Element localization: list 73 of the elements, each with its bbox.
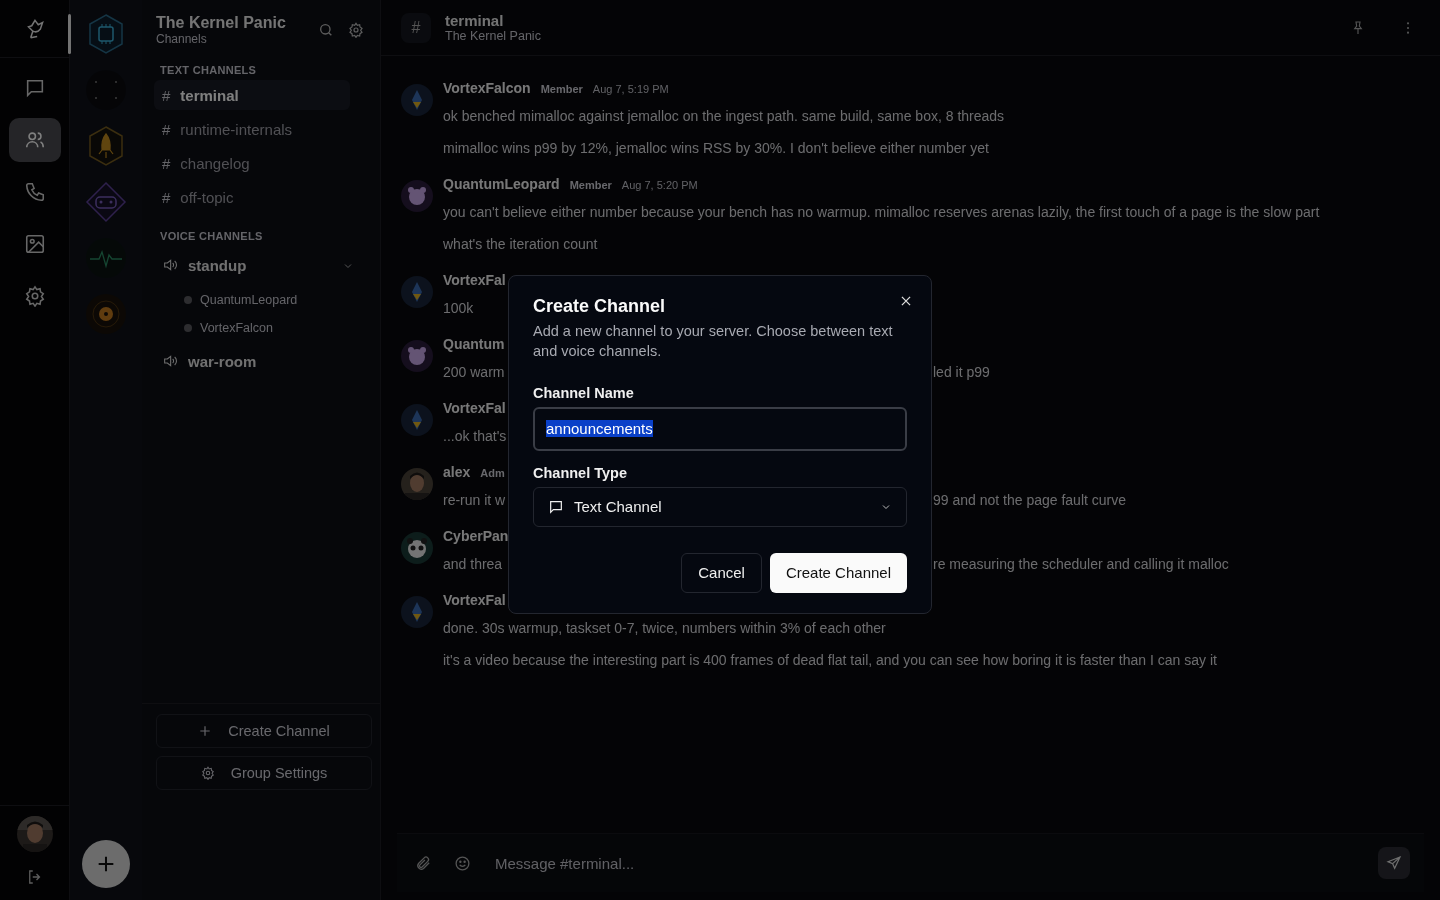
speaker-icon bbox=[162, 257, 178, 273]
channel-icon: # bbox=[401, 12, 431, 43]
channel-type-select[interactable]: Text Channel bbox=[533, 486, 907, 527]
settings-icon[interactable] bbox=[348, 22, 364, 38]
users-nav-button[interactable] bbox=[8, 118, 61, 162]
author-name: QuantumLeopard bbox=[443, 176, 560, 192]
image-icon bbox=[23, 233, 46, 255]
section-heading: TEXT CHANNELS bbox=[159, 63, 258, 78]
author-name: VortexFal bbox=[443, 592, 506, 608]
settings-icon bbox=[23, 285, 46, 307]
field-label: Channel Name bbox=[533, 384, 635, 401]
message-text: it's a video because the interesting part is 400 frames of dead flat tail, and you can see how boring it is faster than I can say it bbox=[443, 651, 1217, 670]
author-name: alex bbox=[443, 464, 471, 480]
add-server-button[interactable] bbox=[82, 840, 130, 888]
message-text: what's the iteration count bbox=[443, 235, 599, 254]
emoji-icon[interactable] bbox=[454, 854, 471, 872]
message-input[interactable]: Message #terminal... bbox=[493, 853, 1356, 873]
status-dot bbox=[184, 324, 192, 332]
dialog-title: Create Channel bbox=[533, 295, 667, 317]
role-label: Member bbox=[569, 179, 612, 191]
message-text: and threa bbox=[443, 555, 504, 574]
send-icon bbox=[1386, 855, 1402, 871]
message-text: re measuring the scheduler and calling it malloc bbox=[933, 555, 1229, 574]
author-name: VortexFal bbox=[443, 272, 506, 288]
group-name: The Kernel Panic bbox=[156, 14, 287, 32]
message-text: ...ok that's bbox=[443, 427, 507, 446]
create-channel-button[interactable]: Create Channel bbox=[156, 714, 372, 748]
section-heading: VOICE CHANNELS bbox=[159, 229, 264, 244]
author-name: VortexFalcon bbox=[443, 80, 531, 96]
disc-server-icon[interactable] bbox=[84, 292, 128, 336]
timestamp: Aug 7, 5:19 PM bbox=[592, 83, 669, 95]
message-text: mimalloc wins p99 by 12%, jemalloc wins RSS by 30%. I don't believe either number yet bbox=[443, 139, 990, 158]
channel-subtitle: The Kernel Panic bbox=[445, 29, 542, 43]
chat-icon bbox=[548, 498, 564, 515]
field-label: Channel Type bbox=[533, 464, 628, 481]
role-label: Adm bbox=[480, 467, 505, 479]
message-text: 100k bbox=[443, 299, 475, 318]
channel-item[interactable]: # off-topic bbox=[154, 182, 350, 212]
group-settings-button[interactable]: Group Settings bbox=[156, 756, 372, 790]
message-text: led it p99 bbox=[933, 363, 990, 382]
paperclip-icon[interactable] bbox=[415, 854, 432, 872]
timestamp: Aug 7, 5:20 PM bbox=[621, 179, 698, 191]
speaker-icon bbox=[162, 353, 178, 369]
cancel-button[interactable]: Cancel bbox=[681, 552, 762, 593]
voice-channel-item[interactable]: standup bbox=[154, 250, 342, 280]
role-label: Member bbox=[540, 83, 583, 95]
voice-member: VortexFalcon bbox=[200, 321, 273, 335]
message-text: 200 warm bbox=[443, 363, 506, 382]
message-text: you can't believe either number because your bench has no warmup. mimalloc reserves arenas lazily, the first touch of a page is the slow part bbox=[443, 203, 1320, 222]
voice-member: QuantumLeopard bbox=[200, 293, 298, 307]
group-subtitle: Channels bbox=[156, 32, 208, 46]
channel-item[interactable]: # terminal bbox=[154, 80, 350, 110]
channel-item[interactable]: # runtime-internals bbox=[154, 114, 350, 144]
channel-title: terminal bbox=[445, 12, 505, 29]
search-icon[interactable] bbox=[318, 22, 334, 38]
author-name: Quantum bbox=[443, 336, 505, 352]
plus-icon bbox=[198, 724, 213, 738]
author-name: VortexFal bbox=[443, 400, 506, 416]
dialog-description: Add a new channel to your server. Choose between text and voice channels. bbox=[533, 321, 894, 361]
channel-name-field[interactable]: announcements bbox=[533, 406, 907, 451]
message-text: done. 30s warmup, taskset 0-7, twice, numbers within 3% of each other bbox=[443, 619, 887, 638]
message-text: re-run it w bbox=[443, 491, 507, 510]
message-text: 99 and not the page fault curve bbox=[933, 491, 1127, 510]
status-dot bbox=[184, 296, 192, 304]
create-button[interactable]: Create Channel bbox=[769, 552, 907, 593]
send-button[interactable] bbox=[1378, 847, 1410, 879]
phone-icon bbox=[23, 181, 46, 203]
message-text: ok benched mimalloc against jemalloc on the ingest path. same build, same box, 8 threads bbox=[443, 107, 1005, 126]
voice-channel-item[interactable]: war-room bbox=[154, 346, 368, 376]
channel-item[interactable]: # changelog bbox=[154, 148, 350, 178]
settings-icon bbox=[200, 766, 215, 780]
author-name: CyberPan bbox=[443, 528, 509, 544]
panda-avatar-icon bbox=[401, 532, 433, 564]
